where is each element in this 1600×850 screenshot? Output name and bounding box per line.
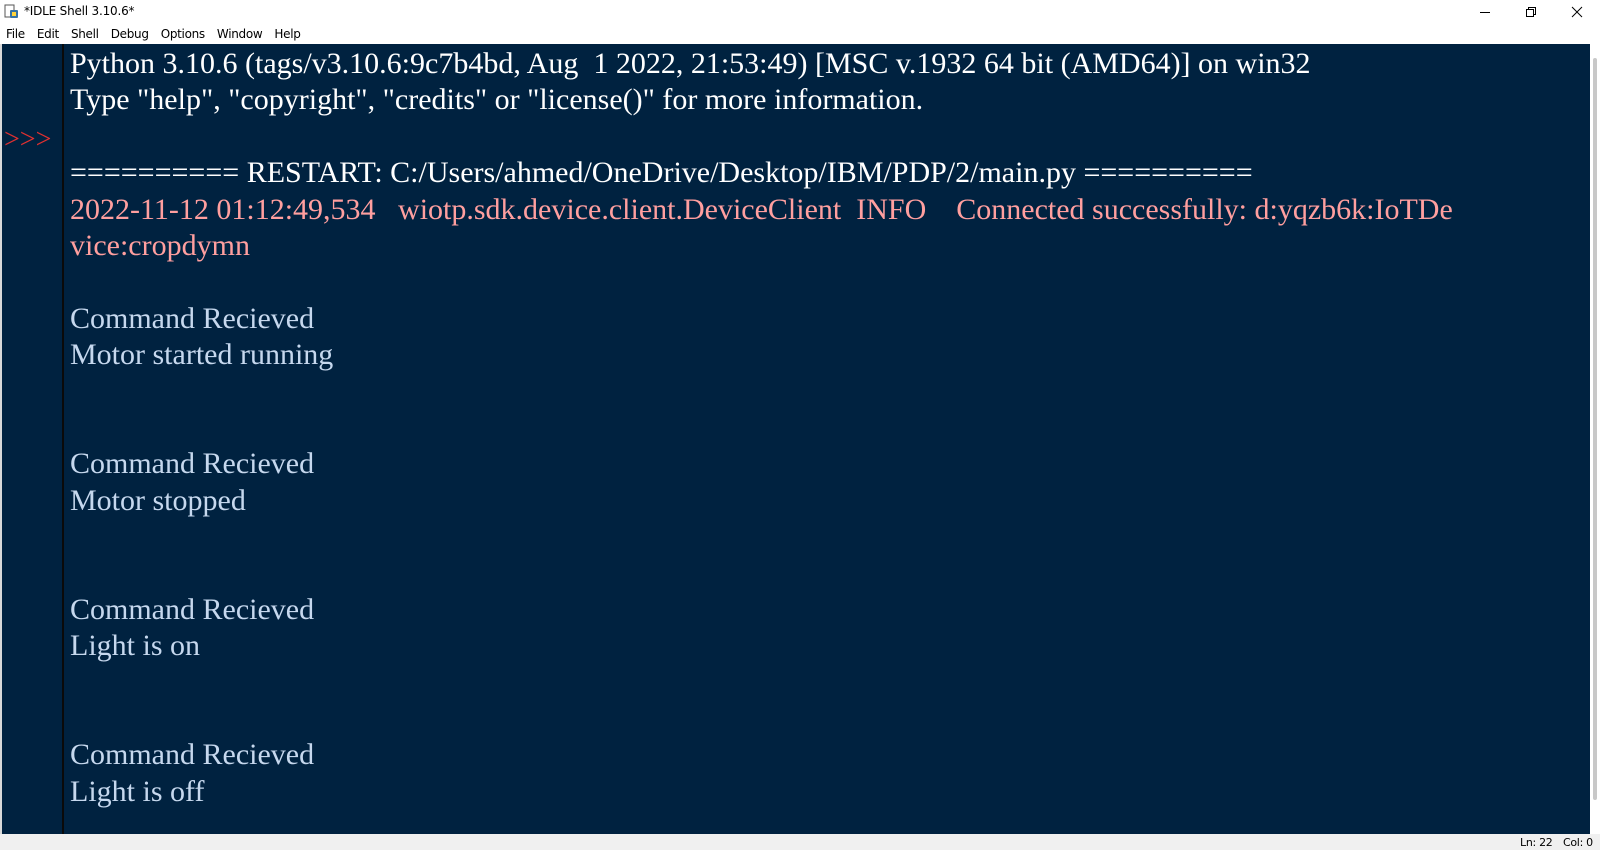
menu-debug[interactable]: Debug bbox=[105, 24, 155, 44]
shell-area: >>> Python 3.10.6 (tags/v3.10.6:9c7b4bd,… bbox=[0, 44, 1600, 834]
close-button[interactable] bbox=[1554, 0, 1600, 24]
idle-shell-window: *IDLE Shell 3.10.6* File Edit Shell Debu… bbox=[0, 0, 1600, 850]
restore-button[interactable] bbox=[1508, 0, 1554, 24]
shell-line: Motor started running bbox=[70, 338, 334, 372]
python-idle-icon bbox=[4, 4, 19, 19]
status-column-number: Col: 0 bbox=[1563, 836, 1593, 849]
shell-line: Command Recieved bbox=[70, 592, 315, 626]
shell-line: 2022-11-12 01:12:49,534 wiotp.sdk.device… bbox=[70, 192, 1453, 226]
status-bar: Ln: 22 Col: 0 bbox=[0, 834, 1600, 850]
minimize-icon bbox=[1480, 12, 1490, 13]
title-bar[interactable]: *IDLE Shell 3.10.6* bbox=[0, 0, 1600, 24]
restore-icon bbox=[1526, 7, 1536, 17]
shell-line: Python 3.10.6 (tags/v3.10.6:9c7b4bd, Aug… bbox=[70, 47, 1311, 80]
shell-line: ========== RESTART: C:/Users/ahmed/OneDr… bbox=[70, 156, 1253, 190]
menu-file[interactable]: File bbox=[0, 24, 31, 44]
minimize-button[interactable] bbox=[1462, 0, 1508, 24]
shell-line: Command Recieved bbox=[70, 447, 315, 481]
menu-shell[interactable]: Shell bbox=[65, 24, 105, 44]
close-icon bbox=[1571, 6, 1583, 18]
shell-line: Command Recieved bbox=[70, 301, 315, 335]
menu-help[interactable]: Help bbox=[268, 24, 306, 44]
prompt-sidebar: >>> bbox=[0, 44, 62, 834]
shell-line: Light is on bbox=[70, 629, 201, 663]
shell-line: Motor stopped bbox=[70, 483, 246, 517]
shell-text-area[interactable]: Python 3.10.6 (tags/v3.10.6:9c7b4bd, Aug… bbox=[64, 44, 1590, 834]
shell-output: Python 3.10.6 (tags/v3.10.6:9c7b4bd, Aug… bbox=[70, 46, 1590, 810]
menu-edit[interactable]: Edit bbox=[31, 24, 65, 44]
menu-window[interactable]: Window bbox=[211, 24, 269, 44]
shell-line: Light is off bbox=[70, 774, 205, 808]
shell-line: Type "help", "copyright", "credits" or "… bbox=[70, 83, 924, 117]
menu-bar: File Edit Shell Debug Options Window Hel… bbox=[0, 24, 1600, 44]
shell-prompt: >>> bbox=[4, 124, 52, 155]
status-line-number: Ln: 22 bbox=[1520, 836, 1553, 849]
shell-line: vice:cropdymn bbox=[70, 228, 250, 262]
menu-options[interactable]: Options bbox=[155, 24, 211, 44]
vertical-scrollbar[interactable] bbox=[1590, 44, 1600, 834]
window-title: *IDLE Shell 3.10.6* bbox=[24, 4, 135, 18]
scrollbar-thumb[interactable] bbox=[1593, 58, 1597, 800]
shell-line: Command Recieved bbox=[70, 738, 315, 772]
